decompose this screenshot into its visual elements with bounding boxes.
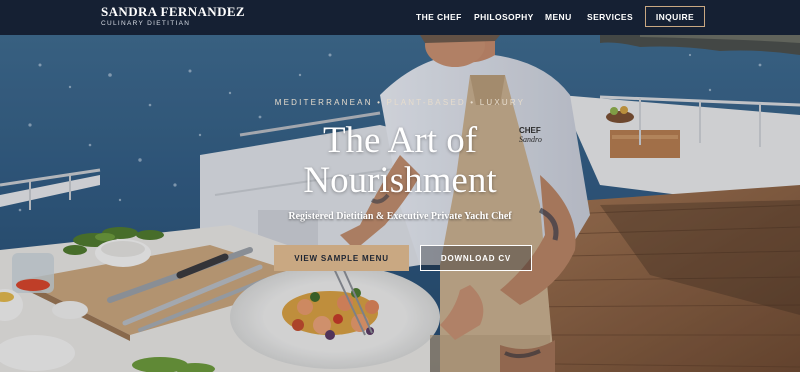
brand-logo[interactable]: SANDRA FERNANDEZ CULINARY DIETITIAN	[101, 4, 245, 28]
download-cv-button[interactable]: DOWNLOAD CV	[420, 245, 532, 271]
hero-title: The Art of Nourishment	[0, 121, 800, 201]
hero-title-line2: Nourishment	[303, 160, 497, 201]
hero-title-line1: The Art of	[322, 120, 478, 161]
brand-name: SANDRA FERNANDEZ	[101, 4, 245, 19]
view-sample-menu-button[interactable]: VIEW SAMPLE MENU	[274, 245, 409, 271]
nav-link-services[interactable]: SERVICES	[587, 12, 633, 22]
nav-link-philosophy[interactable]: PHILOSOPHY	[474, 12, 534, 22]
hero-tagline: MEDITERRANEAN • PLANT-BASED • LUXURY	[274, 98, 526, 107]
hero-subtitle: Registered Dietitian & Executive Private…	[288, 211, 512, 222]
nav-link-menu[interactable]: MENU	[545, 12, 572, 22]
brand-subtitle: CULINARY DIETITIAN	[101, 20, 191, 27]
inquire-button[interactable]: INQUIRE	[645, 6, 705, 27]
hero-dark-overlay	[0, 35, 800, 372]
nav-link-the-chef[interactable]: THE CHEF	[416, 12, 462, 22]
hero-section: CHEF Sandro	[0, 35, 800, 372]
top-navigation-bar: SANDRA FERNANDEZ CULINARY DIETITIAN THE …	[0, 0, 800, 35]
